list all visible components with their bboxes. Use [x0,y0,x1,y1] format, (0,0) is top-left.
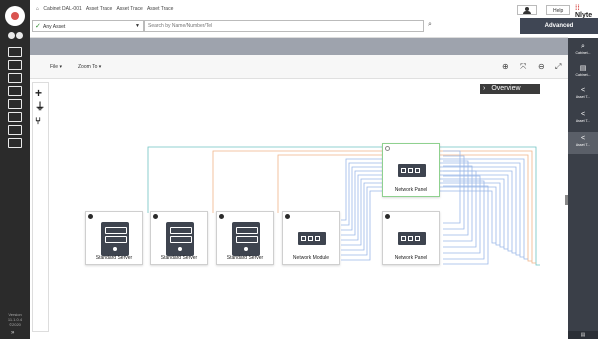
network-panel-icon [398,232,426,245]
node-label: Standard Server [160,255,198,261]
app-logo[interactable] [5,6,25,26]
right-panel-label: Cabinet... [575,51,591,55]
node-badge [88,214,93,219]
trace-canvas[interactable]: File ▾ Zoom To ▾ ⊕ ⤧ ⊖ ⤢ + ⏚ ⑂ › Overview [30,55,568,339]
asset-type-value: Any Asset [43,24,66,30]
connections-icon[interactable] [8,73,22,83]
help-button[interactable]: Help [546,5,571,15]
right-panel-label: Asset T... [575,143,591,147]
search-icon: ⌕ [581,43,585,50]
right-panel-label: Cabinet... [575,73,591,77]
network-panel-icon [398,164,426,177]
server-icon [166,222,194,256]
assets-icon[interactable] [8,60,22,70]
node-label: Standard Server [95,255,133,261]
node-badge [385,146,390,151]
trace-line [443,170,477,248]
right-panel-item[interactable]: ▤ Cabinet... [568,62,598,84]
header-strip [30,38,568,55]
right-panel-label: Asset T... [575,119,591,123]
users-icon[interactable] [8,32,24,42]
asset-type-select[interactable]: ✓ Any Asset ▼ [32,20,144,32]
search-input[interactable] [144,20,424,32]
asset-node-network-panel[interactable]: Network Panel [382,143,440,197]
cabinet-icon: ▤ [579,65,587,72]
share-icon: < [580,87,586,94]
right-panel: ⌕ Cabinet... ▤ Cabinet... < Asset T... <… [568,38,598,339]
user-button[interactable] [517,5,537,15]
expand-sidebar-icon[interactable]: » [11,330,14,336]
node-label: Network Module [292,255,330,261]
share-icon: < [580,111,586,118]
right-panel-item-active[interactable]: < Asset T... [568,132,598,154]
node-badge [285,214,290,219]
asset-node-server[interactable]: Standard Server [216,211,274,265]
node-badge [219,214,224,219]
brand-logo: ⁞⁞Nlyte [575,5,593,19]
node-label: Standard Server [226,255,264,261]
connection-lines [147,146,540,266]
settings-icon[interactable] [8,138,22,148]
documents-icon[interactable] [8,125,22,135]
share-icon: < [580,135,586,142]
right-panel-label: Asset T... [575,95,591,99]
right-panel-item[interactable]: < Asset T... [568,84,598,106]
advanced-button[interactable]: Advanced [520,18,598,34]
panel-toggle-icon[interactable]: ▤ [568,331,598,339]
left-sidebar: Version 11.1.0.4 ©2020 » [0,0,30,339]
search-icon[interactable]: ⌕ [428,21,432,29]
breadcrumb-item[interactable]: Cabinet DAL-001 [43,6,81,12]
trace-line [443,185,489,265]
right-panel-item[interactable]: < Asset T... [568,108,598,130]
server-icon [101,222,129,256]
node-badge [385,214,390,219]
home-icon[interactable]: ⌂ [36,6,39,12]
asset-node-server[interactable]: Standard Server [85,211,143,265]
breadcrumb-item[interactable]: Asset Trace [116,6,142,12]
right-panel-item[interactable]: ⌕ Cabinet... [568,40,598,62]
reports-icon[interactable] [8,86,22,96]
check-icon: ✓ [35,23,41,30]
floorplan-icon[interactable] [8,99,22,109]
node-label: Network Panel [394,187,428,193]
node-label: Network Panel [394,255,428,261]
breadcrumb-item[interactable]: Asset Trace [86,6,112,12]
server-icon [232,222,260,256]
version-text: Version 11.1.0.4 ©2020 [7,312,23,327]
trace-line [443,175,481,254]
breadcrumb: ⌂ Cabinet DAL-001 Asset Trace Asset Trac… [36,6,176,12]
asset-node-server[interactable]: Standard Server [150,211,208,265]
node-badge [153,214,158,219]
asset-node-network-panel[interactable]: Network Panel [382,211,440,265]
workflow-icon[interactable] [8,112,22,122]
breadcrumb-item[interactable]: Asset Trace [147,6,173,12]
asset-node-network-module[interactable]: Network Module [282,211,340,265]
network-module-icon [298,232,326,245]
chevron-down-icon: ▼ [135,23,140,29]
top-header: ⌂ Cabinet DAL-001 Asset Trace Asset Trac… [30,0,598,38]
dashboard-icon[interactable] [8,47,22,57]
